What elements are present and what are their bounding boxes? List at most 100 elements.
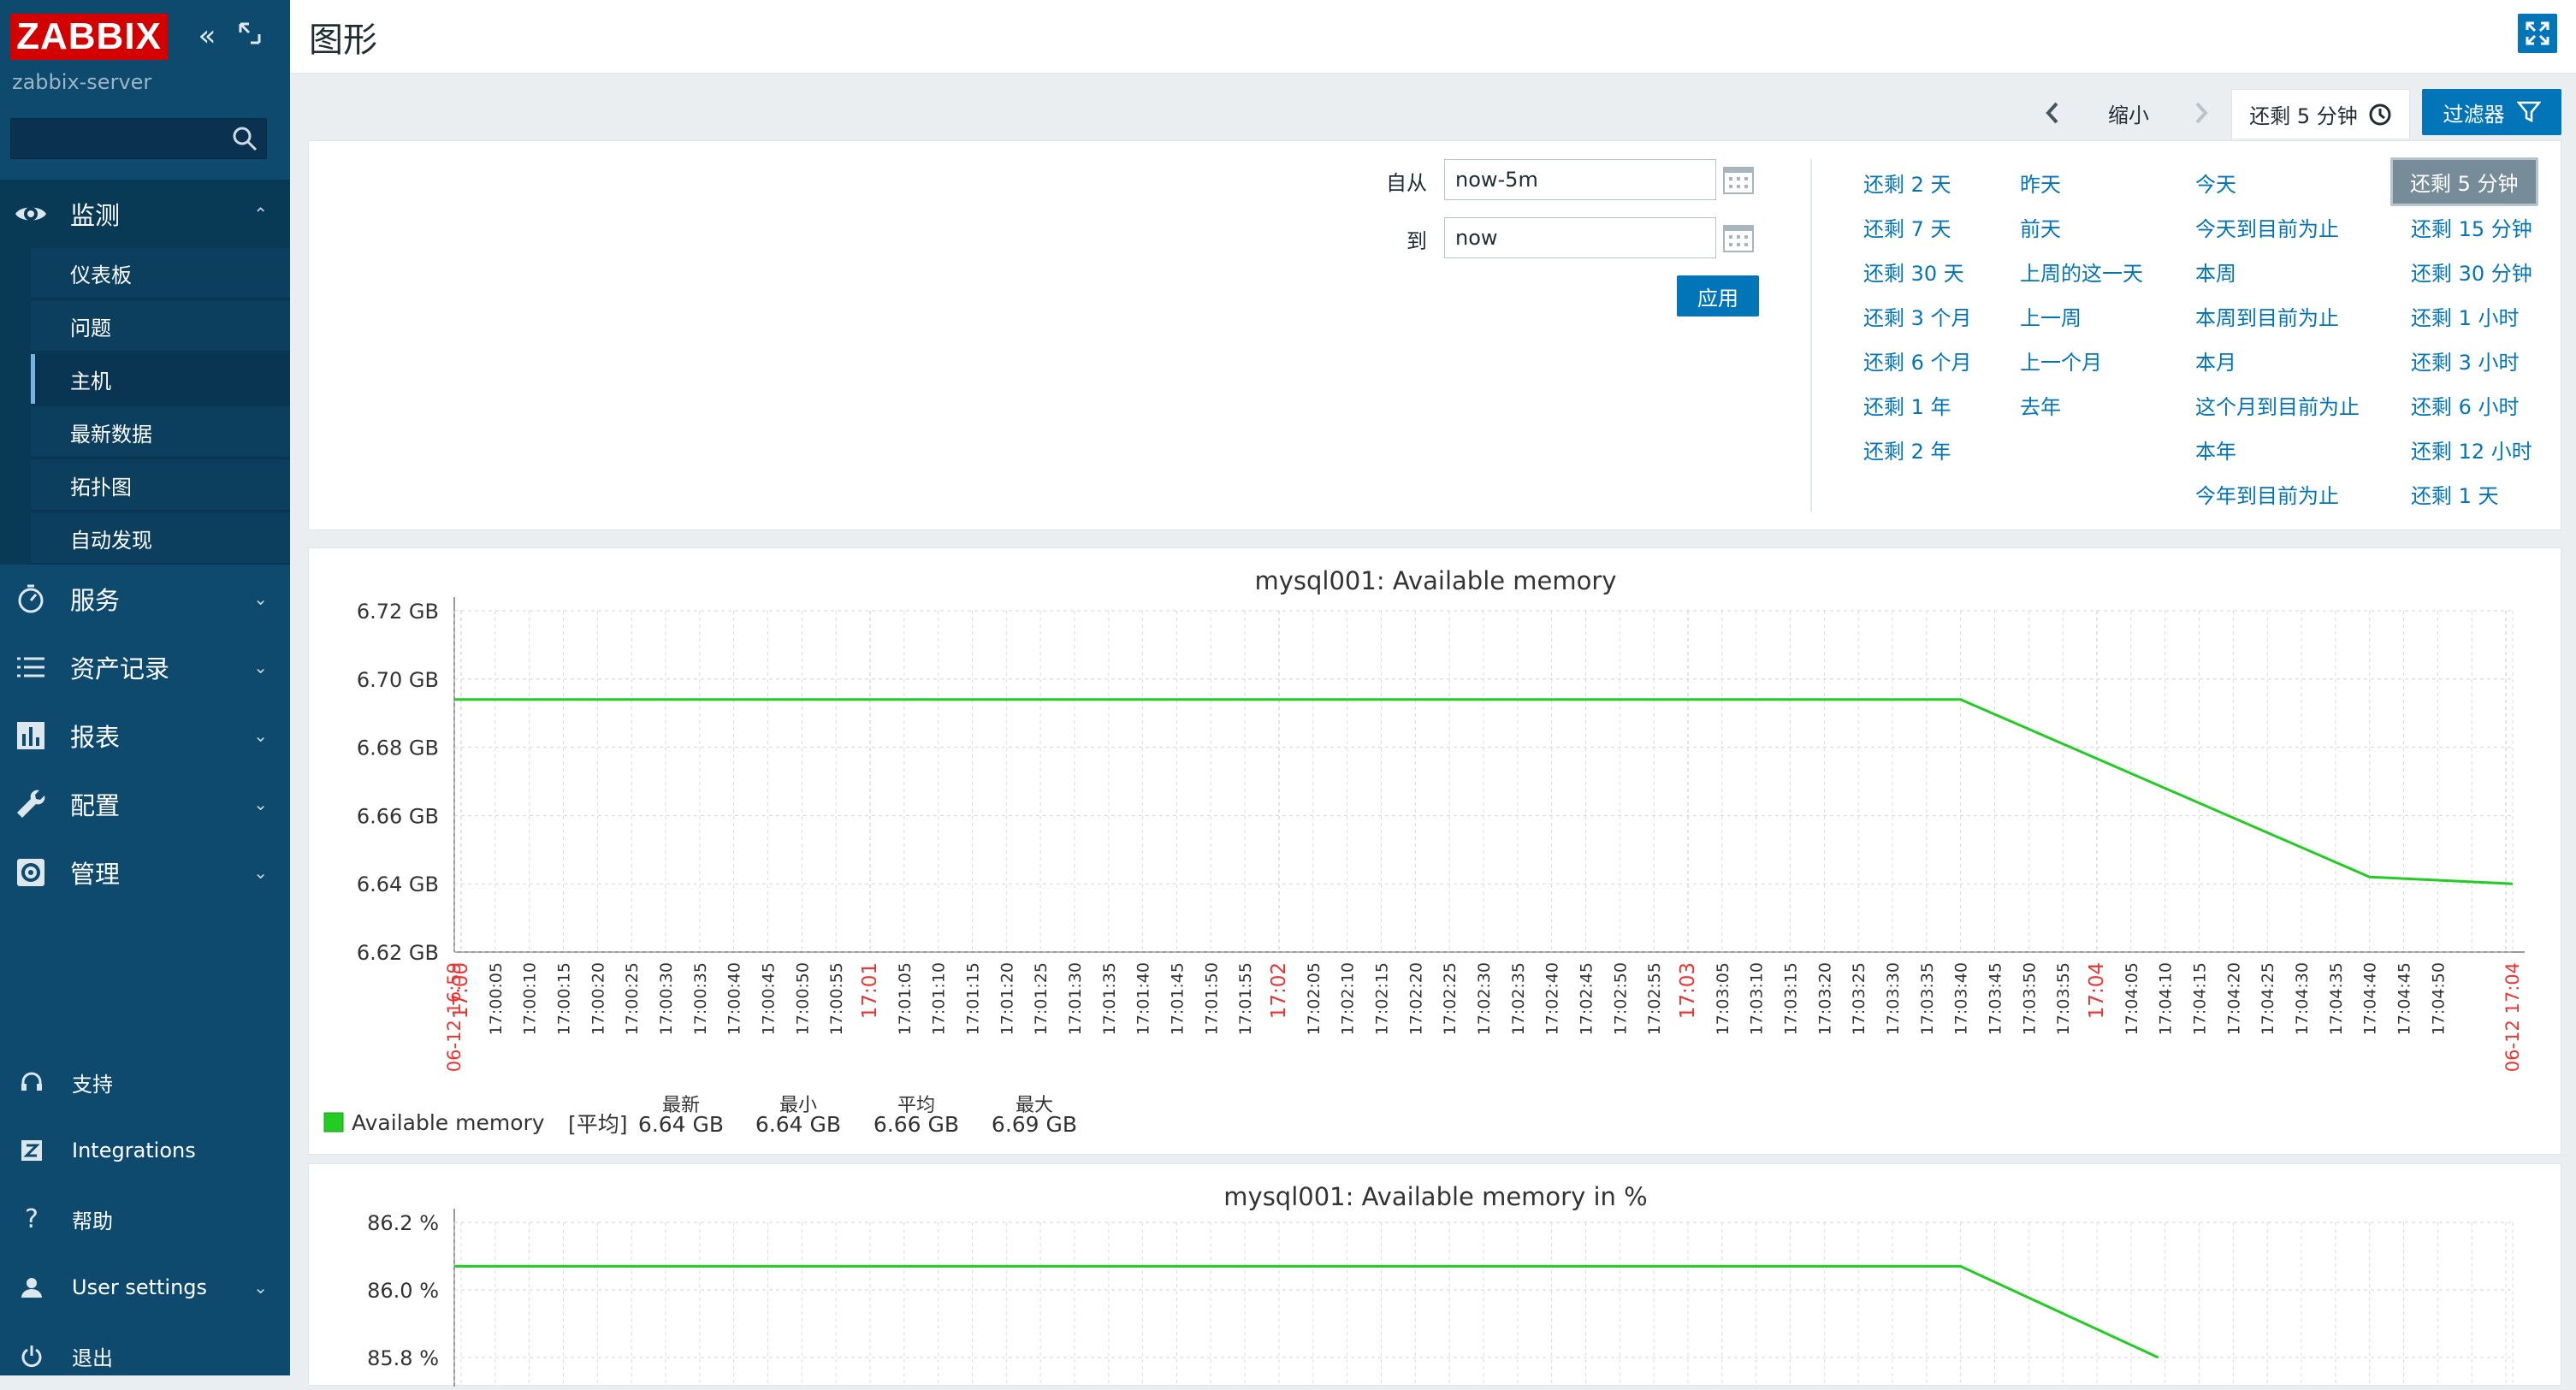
chevron-down-icon: ⌄ — [253, 862, 268, 883]
quick-range-link[interactable]: 还剩 5 分钟 — [2390, 157, 2538, 206]
quick-range-link[interactable]: 还剩 30 分钟 — [2411, 257, 2532, 287]
x-tick-label: 17:03:15 — [1782, 962, 1801, 1035]
to-input[interactable]: now — [1444, 217, 1716, 258]
x-tick-label: 17:01:35 — [1100, 962, 1119, 1035]
menu-administration[interactable]: 管理 ⌄ — [0, 838, 290, 907]
menu-services[interactable]: 服务 ⌄ — [0, 565, 290, 633]
y-tick-label: 85.8 % — [367, 1346, 439, 1370]
quick-range-link[interactable]: 还剩 30 天 — [1863, 257, 1964, 287]
x-tick-label: 17:03:35 — [1918, 962, 1937, 1035]
available-memory-chart: mysql001: Available memory 6.72 GB 6.70 G… — [323, 566, 2525, 1137]
footer-sign-out[interactable]: 退出 — [0, 1326, 290, 1386]
menu-item-maps[interactable]: 拓扑图 — [31, 460, 290, 512]
x-tick-label: 17:01:55 — [1236, 962, 1255, 1035]
quick-range-link[interactable]: 还剩 15 分钟 — [2411, 212, 2532, 242]
x-tick-label: 17:03:50 — [2020, 962, 2039, 1035]
x-tick-label: 17:00:30 — [657, 962, 676, 1035]
quick-range-link[interactable]: 本月 — [2195, 346, 2236, 376]
menu-item-latest-data[interactable]: 最新数据 — [31, 407, 290, 458]
quick-range-link[interactable]: 本周 — [2195, 257, 2236, 287]
from-label: 自从 — [1386, 171, 1427, 195]
legend-stat-value: 6.66 GB — [873, 1112, 959, 1137]
graph-panel-available-memory: mysql001: Available memory 6.72 GB 6.70 G… — [308, 547, 2561, 1155]
tab-time-range[interactable]: 还剩 5 分钟 — [2231, 89, 2410, 139]
quick-range-link[interactable]: 还剩 6 个月 — [1863, 346, 1972, 376]
quick-range-link[interactable]: 还剩 3 小时 — [2411, 346, 2520, 376]
x-tick-label: 17:00:35 — [691, 962, 710, 1035]
calendar-icon[interactable] — [1721, 163, 1756, 197]
x-tick-label: 17:03:45 — [1987, 962, 2005, 1035]
footer-support[interactable]: 支持 — [0, 1052, 290, 1112]
quick-range-link[interactable]: 本年 — [2195, 435, 2236, 464]
footer-help[interactable]: ? 帮助 — [0, 1189, 290, 1249]
quick-range-link[interactable]: 本周到目前为止 — [2195, 301, 2339, 331]
calendar-icon[interactable] — [1721, 221, 1756, 255]
collapse-sidebar-icon[interactable]: « — [192, 21, 222, 51]
zoom-out-button[interactable]: 缩小 — [2108, 89, 2149, 137]
x-tick-label: 17:01:40 — [1134, 962, 1153, 1035]
menu-configuration[interactable]: 配置 ⌄ — [0, 770, 290, 838]
filter-button[interactable]: 过滤器 — [2422, 89, 2561, 135]
footer-user-settings-label: User settings — [72, 1275, 208, 1299]
x-tick-label: 17:01 — [859, 962, 881, 1019]
menu-item-problems[interactable]: 问题 — [31, 301, 290, 352]
menu-inventory-label: 资产记录 — [70, 654, 170, 683]
zabbix-z-icon — [17, 1136, 46, 1165]
menu-item-discovery[interactable]: 自动发现 — [31, 513, 290, 565]
x-tick-label: 17:00 — [450, 962, 472, 1019]
quick-range-link[interactable]: 去年 — [2020, 390, 2061, 420]
quick-range-link[interactable]: 还剩 1 小时 — [2411, 301, 2520, 331]
quick-range-link[interactable]: 上一个月 — [2020, 346, 2102, 376]
kiosk-mode-button[interactable] — [2518, 14, 2557, 53]
quick-range-link[interactable]: 前天 — [2020, 212, 2061, 242]
from-input[interactable]: now-5m — [1444, 159, 1716, 200]
x-tick-label: 17:02:10 — [1339, 962, 1358, 1035]
apply-button[interactable]: 应用 — [1677, 275, 1759, 316]
quick-range-link[interactable]: 还剩 2 天 — [1863, 168, 1951, 198]
quick-range-link[interactable]: 这个月到目前为止 — [2195, 390, 2360, 420]
quick-range-link[interactable]: 还剩 2 年 — [1863, 435, 1951, 464]
quick-range-link[interactable]: 昨天 — [2020, 168, 2061, 198]
quick-range-link[interactable]: 今天到目前为止 — [2195, 212, 2339, 242]
sidebar-search-input[interactable] — [10, 118, 267, 159]
menu-item-dashboard[interactable]: 仪表板 — [31, 248, 290, 299]
quick-range-link[interactable]: 上一周 — [2020, 301, 2082, 331]
x-tick-label: 17:00:55 — [827, 962, 846, 1035]
quick-range-link[interactable]: 今天 — [2195, 168, 2236, 198]
quick-range-link[interactable]: 还剩 3 个月 — [1863, 301, 1972, 331]
menu-item-hosts[interactable]: 主机 — [31, 354, 290, 405]
menu-inventory[interactable]: 资产记录 ⌄ — [0, 633, 290, 701]
time-filter-panel — [308, 140, 2561, 530]
quick-range-link[interactable]: 今年到目前为止 — [2195, 479, 2339, 509]
quick-range-link[interactable]: 还剩 12 小时 — [2411, 435, 2532, 464]
chart-title: mysql001: Available memory in % — [1223, 1182, 1647, 1211]
chevron-up-icon: ⌃ — [253, 204, 268, 224]
list-icon — [17, 657, 44, 677]
x-tick-label: 17:02:50 — [1611, 962, 1630, 1035]
hide-sidebar-icon[interactable] — [234, 21, 265, 51]
x-tick-label: 17:01:25 — [1032, 962, 1051, 1035]
x-tick-label: 17:03:10 — [1748, 962, 1767, 1035]
sidebar: ZABBIX « zabbix-server 监测 ⌃ 仪表板 问题 主机 最新… — [0, 0, 290, 1375]
x-tick-label: 17:00:25 — [623, 962, 642, 1035]
quick-range-link[interactable]: 还剩 1 天 — [2411, 479, 2499, 509]
time-back-button[interactable] — [2041, 89, 2064, 137]
quick-range-link[interactable]: 还剩 6 小时 — [2411, 390, 2520, 420]
menu-reports[interactable]: 报表 ⌄ — [0, 701, 290, 770]
x-tick-label: 17:02 — [1268, 962, 1290, 1019]
zabbix-logo[interactable]: ZABBIX — [10, 14, 168, 60]
footer-user-settings[interactable]: User settings ⌄ — [0, 1257, 290, 1317]
quick-range-link[interactable]: 上周的这一天 — [2020, 257, 2143, 287]
quick-range-link[interactable]: 还剩 1 年 — [1863, 390, 1951, 420]
x-tick-label: 17:00:10 — [521, 962, 540, 1035]
time-forward-button[interactable] — [2190, 89, 2212, 137]
x-tick-label: 17:04:15 — [2191, 962, 2210, 1035]
footer-integrations[interactable]: Integrations — [0, 1121, 290, 1180]
tab-time-range-label: 还剩 5 分钟 — [2249, 104, 2358, 128]
quick-range-link[interactable]: 还剩 7 天 — [1863, 212, 1951, 242]
search-icon[interactable] — [230, 124, 259, 153]
footer-integrations-label: Integrations — [72, 1139, 196, 1162]
filter-button-label: 过滤器 — [2443, 102, 2505, 127]
wrench-icon — [17, 790, 45, 818]
menu-monitor[interactable]: 监测 ⌃ — [0, 180, 290, 248]
